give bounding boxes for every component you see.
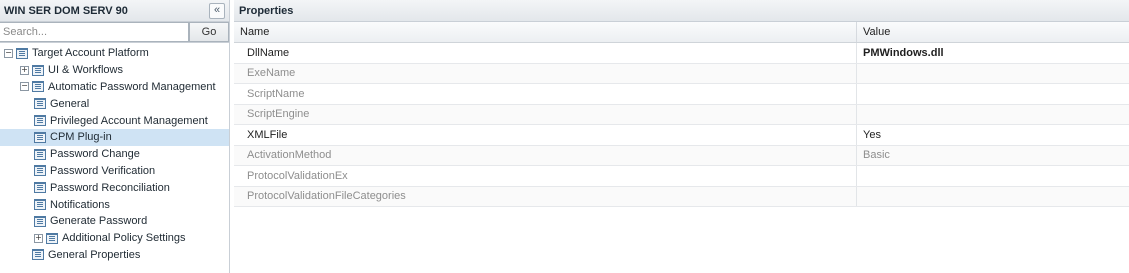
property-value[interactable] <box>856 104 1129 125</box>
tree-node-label: UI & Workflows <box>48 64 123 77</box>
property-value[interactable]: Basic <box>856 145 1129 166</box>
tree-node[interactable]: − Target Account Platform <box>0 45 229 62</box>
tree-node-label: Additional Policy Settings <box>62 232 186 245</box>
settings-node-icon <box>16 47 28 59</box>
tree-node-label: General Properties <box>48 248 141 261</box>
property-row[interactable]: XMLFile Yes <box>234 124 1129 146</box>
tree-node[interactable]: − Automatic Password Management <box>0 79 229 96</box>
settings-node-icon <box>34 131 46 143</box>
tree-node[interactable]: Privileged Account Management <box>0 112 229 129</box>
tree-node[interactable]: Password Verification <box>0 163 229 180</box>
properties-panel: Properties Name Value DllName PMWindows.d… <box>234 0 1129 273</box>
settings-node-icon <box>32 249 44 261</box>
settings-node-icon <box>32 81 44 93</box>
expand-icon[interactable]: + <box>20 65 29 75</box>
property-name: ScriptEngine <box>234 104 857 125</box>
tree-node[interactable]: Generate Password <box>0 213 229 230</box>
tree-node-label: Target Account Platform <box>32 47 149 60</box>
tree-node-label: Notifications <box>50 198 110 211</box>
tree-node[interactable]: + UI & Workflows <box>0 62 229 79</box>
tree-node[interactable]: CPM Plug-in <box>0 128 229 146</box>
tree-node-label: Privileged Account Management <box>50 114 208 127</box>
property-value[interactable] <box>856 83 1129 105</box>
tree-node-label: CPM Plug-in <box>50 131 112 144</box>
property-name: ExeName <box>234 63 857 84</box>
tree-node-label: General <box>50 97 90 110</box>
property-row[interactable]: ExeName <box>234 63 1129 84</box>
collapse-icon[interactable]: − <box>4 48 13 58</box>
settings-node-icon <box>34 215 46 227</box>
properties-header-row: Name Value <box>234 22 1129 43</box>
settings-tree: − Target Account Platform + UI & Workflows −… <box>0 43 229 263</box>
property-row[interactable]: ActivationMethod Basic <box>234 145 1129 166</box>
property-value[interactable] <box>856 186 1129 207</box>
navigation-panel: WIN SER DOM SERV 90 « Go − Target Account… <box>0 0 230 273</box>
property-name: XMLFile <box>234 124 857 146</box>
navigation-header: WIN SER DOM SERV 90 « <box>0 0 229 22</box>
tree-node[interactable]: General Properties <box>0 247 229 264</box>
settings-node-icon <box>34 199 46 211</box>
collapse-icon[interactable]: − <box>20 82 29 92</box>
tree-node-label: Password Verification <box>50 164 156 177</box>
properties-title: Properties <box>234 0 1129 22</box>
search-bar: Go <box>0 22 229 43</box>
column-header-name[interactable]: Name <box>234 22 857 43</box>
property-row[interactable]: ScriptEngine <box>234 104 1129 125</box>
expand-icon[interactable]: + <box>34 233 43 243</box>
property-name: DllName <box>234 42 857 64</box>
property-value[interactable]: PMWindows.dll <box>856 42 1129 64</box>
settings-node-icon <box>34 148 46 160</box>
tree-node[interactable]: Password Reconciliation <box>0 179 229 196</box>
tree-node[interactable]: Notifications <box>0 196 229 213</box>
property-value[interactable] <box>856 165 1129 187</box>
property-name: ProtocolValidationFileCategories <box>234 186 857 207</box>
settings-node-icon <box>34 98 46 110</box>
property-name: ProtocolValidationEx <box>234 165 857 187</box>
collapse-panel-button[interactable]: « <box>209 2 225 19</box>
platform-title: WIN SER DOM SERV 90 <box>4 4 128 17</box>
property-row[interactable]: ProtocolValidationFileCategories <box>234 186 1129 207</box>
settings-node-icon <box>34 165 46 177</box>
property-value[interactable]: Yes <box>856 124 1129 146</box>
go-button[interactable]: Go <box>189 22 229 42</box>
tree-node[interactable]: General <box>0 95 229 112</box>
property-value[interactable] <box>856 63 1129 84</box>
property-name: ScriptName <box>234 83 857 105</box>
property-row[interactable]: DllName PMWindows.dll <box>234 42 1129 64</box>
tree-node-label: Automatic Password Management <box>48 80 216 93</box>
property-row[interactable]: ScriptName <box>234 83 1129 105</box>
tree-node-label: Generate Password <box>50 215 148 228</box>
tree-node-label: Password Reconciliation <box>50 181 170 194</box>
property-row[interactable]: ProtocolValidationEx <box>234 165 1129 187</box>
tree-node[interactable]: + Additional Policy Settings <box>0 230 229 247</box>
settings-node-icon <box>46 232 58 244</box>
tree-node[interactable]: Password Change <box>0 146 229 163</box>
settings-node-icon <box>32 64 44 76</box>
tree-node-label: Password Change <box>50 148 140 161</box>
settings-node-icon <box>34 115 46 127</box>
settings-node-icon <box>34 182 46 194</box>
properties-table: Name Value DllName PMWindows.dll ExeName Sc… <box>234 22 1129 207</box>
column-header-value[interactable]: Value <box>856 22 1129 43</box>
property-name: ActivationMethod <box>234 145 857 166</box>
search-input[interactable] <box>0 22 189 42</box>
